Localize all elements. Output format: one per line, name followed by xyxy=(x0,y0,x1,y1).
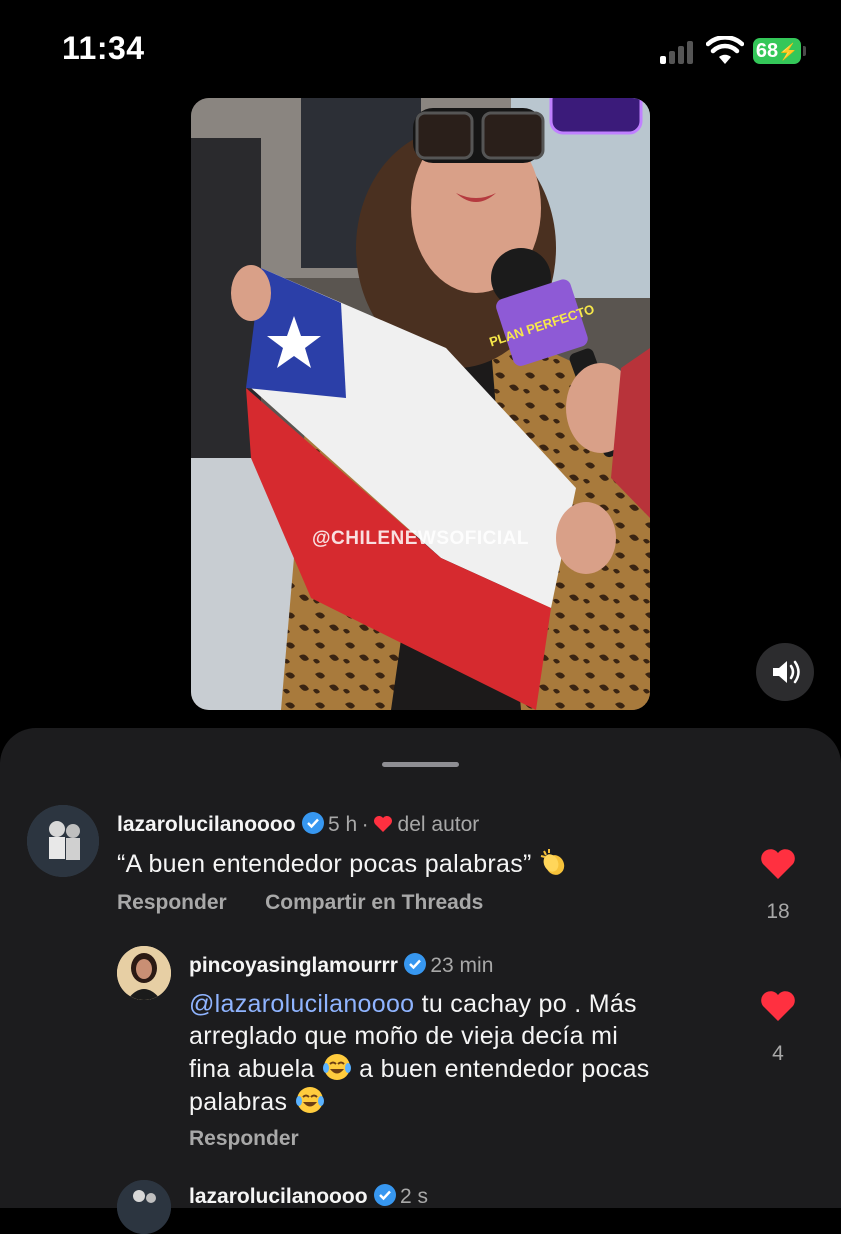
share-threads-button[interactable]: Compartir en Threads xyxy=(265,891,483,914)
author-like-label: del autor xyxy=(397,813,480,836)
tears-of-joy-emoji xyxy=(295,1087,324,1113)
video-frame: PLAN PERFECTO xyxy=(191,98,650,710)
status-bar: 11:34 68⚡ xyxy=(0,0,841,100)
comment-line: fina abuela a buen entendedor pocas xyxy=(189,1052,729,1085)
comment-line: palabras xyxy=(189,1085,729,1118)
like-heart-icon[interactable] xyxy=(760,990,796,1022)
battery-tip xyxy=(803,46,806,56)
video-watermark: @CHILENEWSOFICIAL xyxy=(311,528,530,549)
reel-video[interactable]: PLAN PERFECTO @CHILENEWSOFICIAL xyxy=(191,98,650,710)
like-count: 18 xyxy=(766,900,790,923)
comment-line-text: tu cachay po . Más xyxy=(414,990,637,1018)
avatar[interactable] xyxy=(27,805,99,877)
separator-dot: · xyxy=(361,813,369,836)
clapping-hands-emoji xyxy=(540,849,565,875)
comment-text-content: “A buen entendedor pocas palabras” xyxy=(117,850,532,878)
tears-of-joy-emoji xyxy=(322,1054,351,1080)
wifi-icon xyxy=(706,36,744,64)
sound-toggle-button[interactable] xyxy=(756,643,814,701)
cellular-signal-icon xyxy=(660,40,700,64)
comment-line: arreglado que moño de vieja decía mi xyxy=(189,1022,619,1050)
comment-age: 23 min xyxy=(430,954,494,977)
verified-badge-icon xyxy=(301,812,324,834)
avatar-image xyxy=(117,946,171,1000)
comment-username[interactable]: lazarolucilanoooo xyxy=(189,1185,368,1208)
verified-badge-icon xyxy=(403,953,426,975)
comment-line-text: a buen entendedor pocas xyxy=(351,1055,650,1083)
comment-age: 5 h xyxy=(327,813,358,836)
avatar[interactable] xyxy=(117,946,171,1000)
comment-line-text: palabras xyxy=(189,1088,288,1116)
verified-badge-icon xyxy=(373,1184,396,1206)
mention-link[interactable]: @lazarolucilanoooo xyxy=(189,990,414,1018)
comment-line-text: fina abuela xyxy=(189,1055,315,1083)
comments-sheet: lazarolucilanoooo 5 h · del autor “A bue… xyxy=(0,728,841,1234)
battery-icon: 68⚡ xyxy=(753,38,801,64)
creator-heart-icon xyxy=(374,816,393,832)
avatar-image xyxy=(27,805,99,877)
reply-button[interactable]: Responder xyxy=(117,891,227,914)
comment-username[interactable]: pincoyasinglamourrr xyxy=(189,954,398,977)
comment-username[interactable]: lazarolucilanoooo xyxy=(117,813,296,836)
comment-text: @lazarolucilanoooo tu cachay po . Más ar… xyxy=(189,988,729,1118)
speaker-icon xyxy=(773,660,800,684)
like-count: 4 xyxy=(772,1042,784,1065)
reply-button[interactable]: Responder xyxy=(189,1127,299,1150)
comment-text: “A buen entendedor pocas palabras” xyxy=(117,847,569,880)
like-heart-icon[interactable] xyxy=(760,848,796,880)
battery-level: 68 xyxy=(755,40,779,62)
avatar-image xyxy=(117,1180,171,1234)
comment-age: 2 s xyxy=(399,1185,428,1208)
avatar[interactable] xyxy=(117,1180,171,1234)
comment-line: @lazarolucilanoooo tu cachay po . Más xyxy=(189,988,729,1020)
clock: 11:34 xyxy=(62,30,145,66)
sheet-drag-handle[interactable] xyxy=(382,762,459,767)
